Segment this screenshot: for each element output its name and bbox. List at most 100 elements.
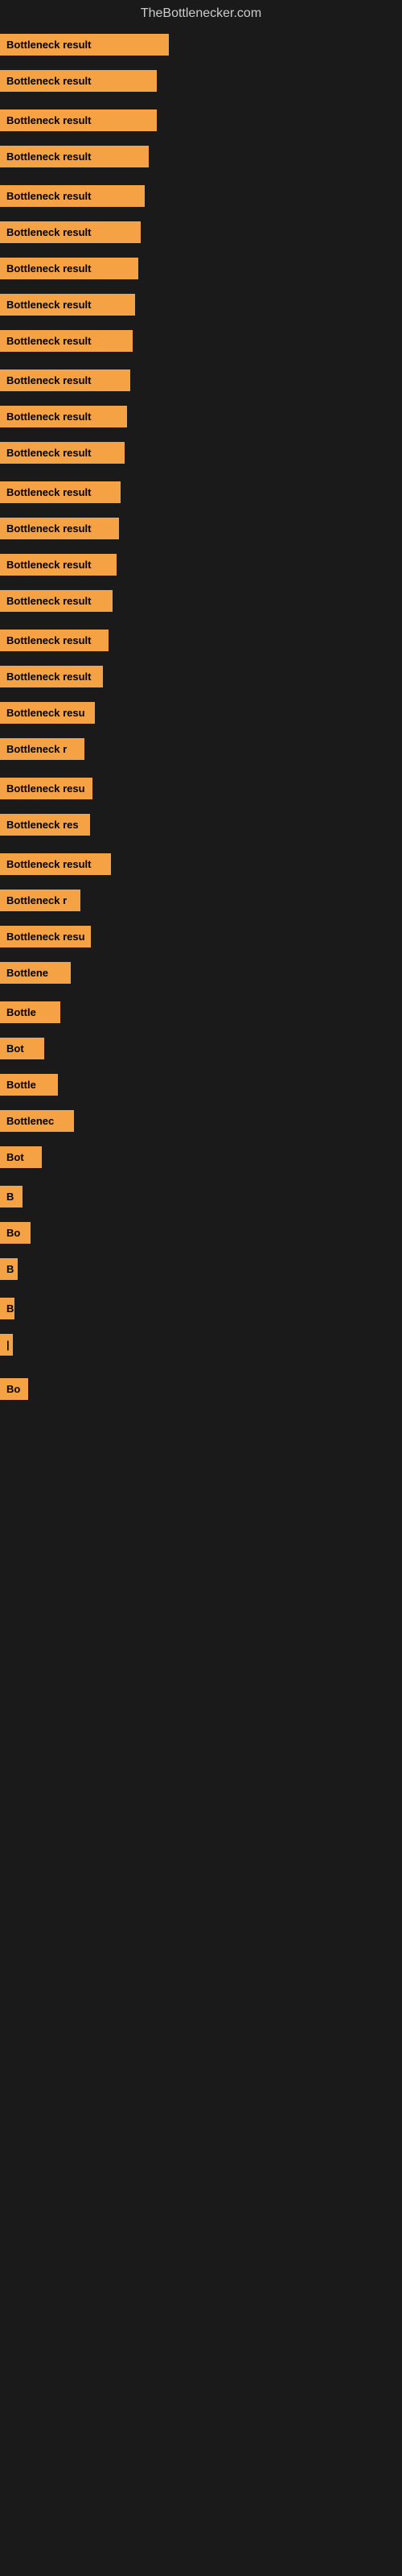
bottleneck-row: Bot (0, 1038, 402, 1059)
bottleneck-row: Bottleneck result (0, 481, 402, 503)
bottleneck-row: Bottleneck r (0, 738, 402, 760)
bottleneck-row: Bottleneck res (0, 814, 402, 836)
bottleneck-label: Bottleneck r (0, 890, 80, 911)
bottleneck-label: Bo (0, 1378, 28, 1400)
bottleneck-bar: Bottleneck r (0, 890, 402, 911)
bottleneck-bar: Bottleneck result (0, 221, 402, 243)
bottleneck-label: Bottleneck result (0, 630, 109, 651)
bottleneck-label: Bottlene (0, 962, 71, 984)
bottleneck-label: Bottleneck result (0, 294, 135, 316)
bottleneck-bar: Bottleneck r (0, 738, 402, 760)
bottleneck-row: Bottleneck result (0, 666, 402, 687)
bottleneck-bar: Bot (0, 1146, 402, 1168)
bottleneck-row: Bottleneck result (0, 221, 402, 243)
bottleneck-bar: Bottleneck result (0, 146, 402, 167)
bottleneck-bar: Bottleneck result (0, 330, 402, 352)
bottleneck-label: Bottleneck result (0, 481, 121, 503)
bottleneck-label: Bottleneck result (0, 258, 138, 279)
bottleneck-bar: Bottleneck resu (0, 926, 402, 947)
bottleneck-bar: Bottleneck result (0, 481, 402, 503)
bottleneck-label: | (0, 1334, 13, 1356)
bottleneck-label: Bottleneck result (0, 34, 169, 56)
bottleneck-label: B (0, 1258, 18, 1280)
bottleneck-bar: Bottleneck result (0, 34, 402, 56)
bottleneck-row: Bottleneck resu (0, 702, 402, 724)
bottleneck-label: Bo (0, 1222, 31, 1244)
bottleneck-row: | (0, 1334, 402, 1356)
bottleneck-label: Bottleneck result (0, 185, 145, 207)
bottleneck-bar: Bottlene (0, 962, 402, 984)
bottleneck-label: Bottlenec (0, 1110, 74, 1132)
bottleneck-row: Bottlenec (0, 1110, 402, 1132)
bottleneck-bar: Bottleneck res (0, 814, 402, 836)
bottleneck-row: Bottlene (0, 962, 402, 984)
bottleneck-bar: Bottlenec (0, 1110, 402, 1132)
bottleneck-bar: Bottleneck result (0, 109, 402, 131)
bottleneck-row: Bottleneck result (0, 630, 402, 651)
bottleneck-bar: B (0, 1258, 402, 1280)
bottleneck-label: Bot (0, 1038, 44, 1059)
bottleneck-bar: Bottleneck result (0, 294, 402, 316)
bottleneck-bar: Bottle (0, 1074, 402, 1096)
bottleneck-label: Bottleneck result (0, 146, 149, 167)
bottleneck-row: Bottleneck result (0, 853, 402, 875)
bottleneck-row: Bottle (0, 1001, 402, 1023)
bottleneck-label: Bottleneck resu (0, 778, 92, 799)
bottleneck-bar: Bottleneck result (0, 442, 402, 464)
bottleneck-row: Bottleneck result (0, 406, 402, 427)
bottleneck-row: Bottleneck result (0, 369, 402, 391)
bottleneck-bar: B (0, 1186, 402, 1208)
bottleneck-label: Bottle (0, 1001, 60, 1023)
bottleneck-row: Bottleneck result (0, 518, 402, 539)
bottleneck-row: Bottleneck resu (0, 926, 402, 947)
bottleneck-bar: Bottleneck resu (0, 778, 402, 799)
bottleneck-row: Bottleneck result (0, 442, 402, 464)
bottleneck-row: Bottleneck result (0, 554, 402, 576)
bottleneck-label: Bottle (0, 1074, 58, 1096)
bottleneck-bar: Bottle (0, 1001, 402, 1023)
bottleneck-label: Bottleneck result (0, 406, 127, 427)
bottleneck-bar: Bottleneck result (0, 406, 402, 427)
bottleneck-bar: Bottleneck result (0, 630, 402, 651)
bottleneck-row: B (0, 1298, 402, 1319)
bottleneck-bar: Bottleneck result (0, 70, 402, 92)
bottleneck-row: Bottleneck result (0, 294, 402, 316)
bottleneck-row: Bo (0, 1378, 402, 1400)
bottleneck-row: Bottleneck result (0, 70, 402, 92)
bottleneck-label: Bottleneck result (0, 442, 125, 464)
bottleneck-row: Bottleneck result (0, 109, 402, 131)
bottleneck-label: Bottleneck result (0, 518, 119, 539)
bottleneck-bar: Bottleneck result (0, 853, 402, 875)
bottleneck-row: Bottleneck resu (0, 778, 402, 799)
bottleneck-row: Bottleneck result (0, 258, 402, 279)
bottleneck-row: Bo (0, 1222, 402, 1244)
bottleneck-bar: Bottleneck result (0, 258, 402, 279)
bottleneck-bar: Bo (0, 1378, 402, 1400)
bottleneck-label: Bottleneck result (0, 70, 157, 92)
bottleneck-label: Bottleneck result (0, 369, 130, 391)
bottleneck-label: B (0, 1186, 23, 1208)
bottleneck-label: Bottleneck res (0, 814, 90, 836)
bottleneck-row: Bottleneck result (0, 330, 402, 352)
bottleneck-label: Bottleneck resu (0, 926, 91, 947)
bottleneck-bar: Bottleneck result (0, 369, 402, 391)
bottleneck-row: B (0, 1258, 402, 1280)
bottleneck-label: Bottleneck r (0, 738, 84, 760)
bottleneck-label: B (0, 1298, 14, 1319)
bottleneck-row: Bottleneck result (0, 590, 402, 612)
bottleneck-bar: Bottleneck result (0, 185, 402, 207)
bottleneck-bar: Bottleneck result (0, 518, 402, 539)
bottleneck-row: Bottleneck result (0, 146, 402, 167)
bottleneck-label: Bottleneck result (0, 109, 157, 131)
bottleneck-label: Bottleneck result (0, 221, 141, 243)
bottleneck-row: Bot (0, 1146, 402, 1168)
bars-container: Bottleneck result Bottleneck result Bottle… (0, 34, 402, 1400)
bottleneck-bar: Bot (0, 1038, 402, 1059)
bottleneck-label: Bottleneck result (0, 590, 113, 612)
bottleneck-bar: Bottleneck resu (0, 702, 402, 724)
bottleneck-bar: Bottleneck result (0, 554, 402, 576)
bottleneck-label: Bot (0, 1146, 42, 1168)
bottleneck-row: Bottle (0, 1074, 402, 1096)
bottleneck-label: Bottleneck resu (0, 702, 95, 724)
bottleneck-bar: Bottleneck result (0, 590, 402, 612)
